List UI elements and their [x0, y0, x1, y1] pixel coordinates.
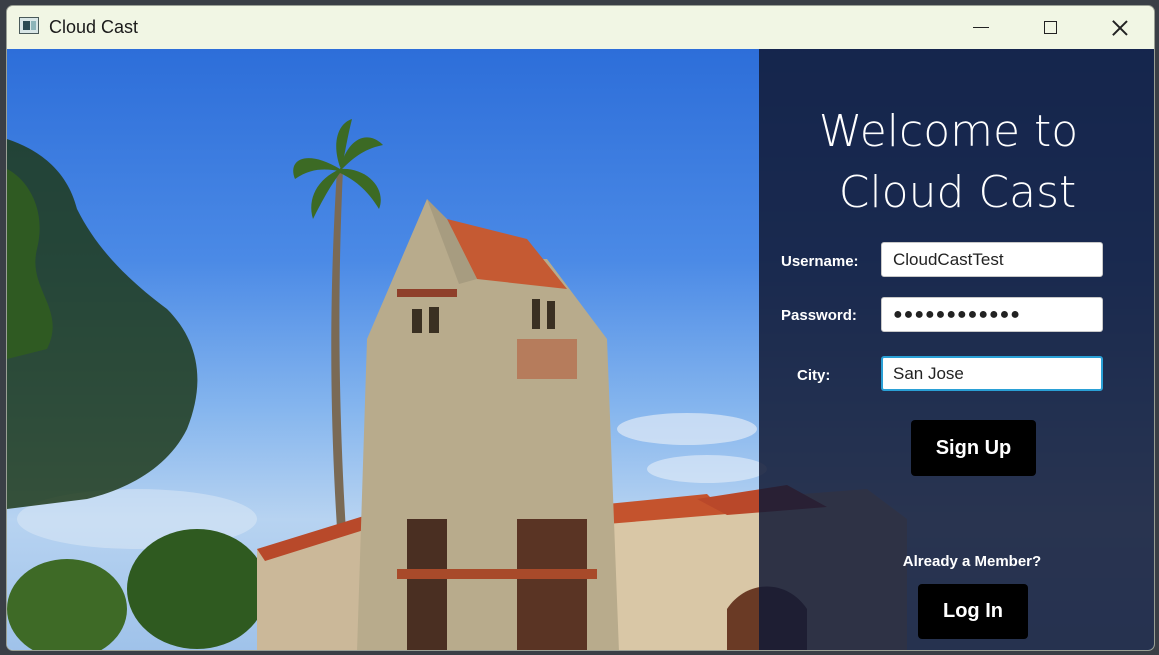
already-member-text: Already a Member?	[902, 553, 1042, 570]
password-label: Password:	[781, 307, 857, 324]
welcome-line-1: Welcome to	[818, 106, 1079, 157]
window-title: Cloud Cast	[49, 17, 139, 37]
city-input[interactable]: San Jose	[881, 356, 1103, 391]
maximize-icon	[1043, 21, 1057, 34]
city-label: City:	[797, 367, 831, 384]
minimize-button[interactable]	[958, 6, 1004, 49]
password-input[interactable]: ●●●●●●●●●●●●	[881, 297, 1103, 332]
signup-button[interactable]: Sign Up	[911, 420, 1036, 476]
title-bar[interactable]: Cloud Cast	[7, 6, 1154, 49]
app-window: Cloud Cast Welcome to Cloud Cast Usernam…	[6, 5, 1155, 651]
minimize-icon	[973, 26, 989, 29]
login-button[interactable]: Log In	[918, 584, 1028, 639]
username-label: Username:	[781, 253, 859, 270]
welcome-heading: Welcome to Cloud Cast	[759, 101, 1154, 223]
app-icon	[19, 17, 39, 34]
welcome-line-2: Cloud Cast	[838, 167, 1077, 218]
maximize-button[interactable]	[1027, 6, 1073, 49]
username-input[interactable]: CloudCastTest	[881, 242, 1103, 277]
close-icon	[1112, 20, 1128, 36]
login-view: Welcome to Cloud Cast Username: CloudCas…	[7, 49, 1154, 650]
close-button[interactable]	[1097, 6, 1143, 49]
